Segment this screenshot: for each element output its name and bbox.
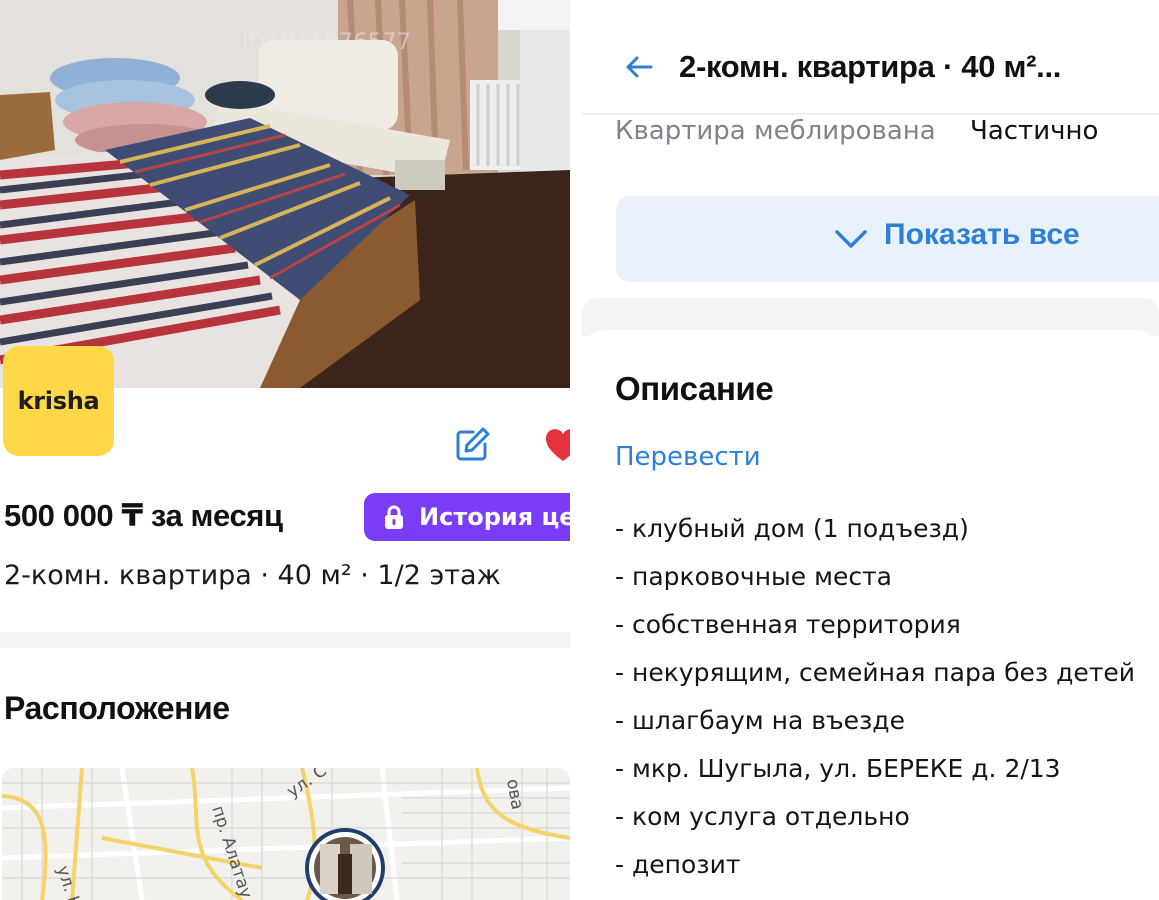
listing-subtitle: 2-комн. квартира · 40 м² · 1/2 этаж [4,560,501,591]
lock-icon [385,505,403,529]
description-item: - клубный дом (1 подъезд) [615,514,969,543]
translate-link[interactable]: Перевести [615,442,761,472]
listing-photo[interactable]: ID1011076577 [0,0,570,388]
edit-icon[interactable] [452,425,492,465]
listing-price: 500 000 ₸ за месяц [4,498,283,533]
location-map[interactable]: пр. Алатау ул. С ул. Н ова [2,768,570,900]
description-item: - шлагбаум на въезде [615,706,905,735]
listing-details-panel: 2-комн. квартира · 40 м²... Квартира меб… [582,0,1159,900]
map-illustration: пр. Алатау ул. С ул. Н ова [2,768,570,900]
listing-overview-panel: ID1011076577 krisha 500 000 ₸ за месяц И… [0,0,570,900]
location-title: Расположение [4,690,230,726]
show-all-label: Показать все [884,218,1080,251]
description-title: Описание [615,370,774,407]
krisha-logo-text: krisha [17,387,100,415]
krisha-logo: krisha [3,346,114,456]
description-item: - некурящим, семейная пара без детей [615,658,1136,687]
description-item: - собственная территория [615,610,961,639]
heart-icon[interactable] [543,425,570,465]
header-divider [582,113,1159,115]
description-list: - клубный дом (1 подъезд) - парковочные … [615,505,1135,889]
description-item: - мкр. Шугыла, ул. БЕРЕКЕ д. 2/13 [615,754,1061,783]
room-photo-illustration [0,0,570,388]
back-arrow-icon[interactable] [622,50,656,84]
description-item: - ком услуга отдельно [615,802,910,831]
show-all-button[interactable]: Показать все [616,196,1159,282]
page-title: 2-комн. квартира · 40 м²... [679,49,1062,84]
section-divider [0,632,570,648]
map-pin-icon [305,828,385,900]
chevron-down-icon [835,230,867,248]
photo-watermark: ID1011076577 [242,30,412,55]
description-item: - парковочные места [615,562,892,591]
param-furnished-value: Частично [970,116,1099,146]
param-furnished-label: Квартира меблирована [615,116,936,146]
price-history-label: История цен [419,503,570,531]
description-item: - депозит [615,850,741,879]
price-history-button[interactable]: История цен [364,493,570,541]
